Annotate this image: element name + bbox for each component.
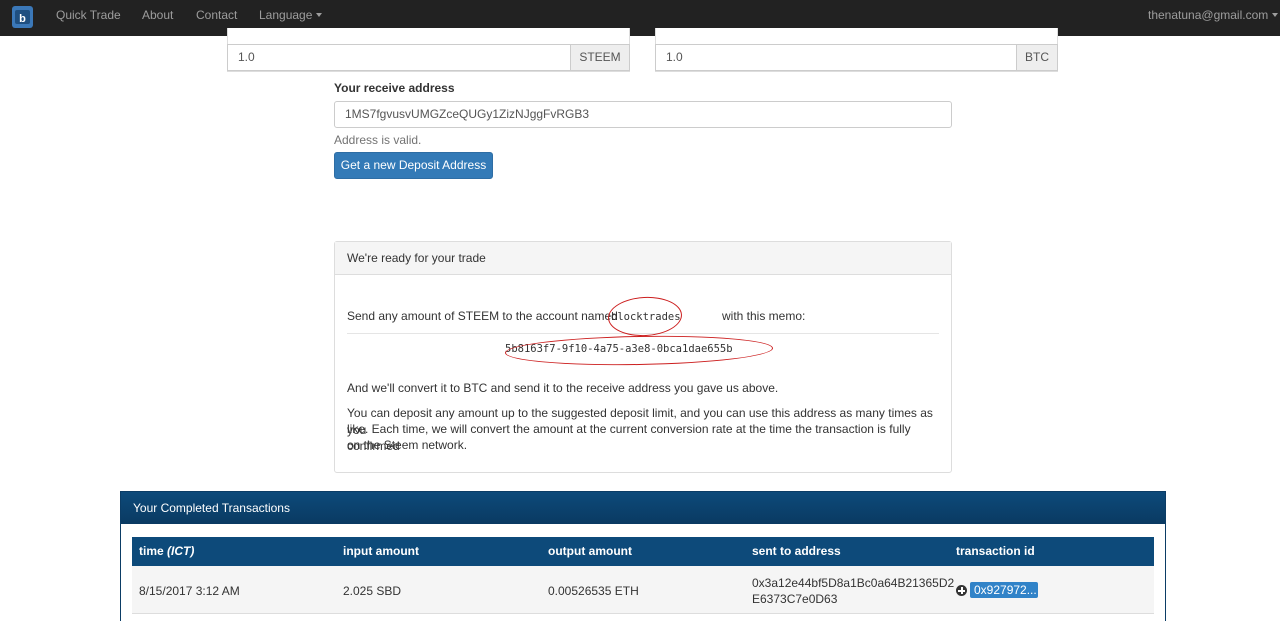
column-sent-to-address[interactable]: sent to address: [752, 537, 841, 566]
user-email: thenatuna@gmail.com: [1148, 8, 1269, 22]
output-amount-field[interactable]: 1.0: [655, 44, 1017, 71]
get-new-deposit-address-button[interactable]: Get a new Deposit Address: [334, 152, 493, 179]
language-label: Language: [259, 8, 313, 22]
receive-address-input[interactable]: 1MS7fgvusvUMGZceQUGy1ZizNJggFvRGB3: [334, 101, 952, 128]
deposit-limit-line-3: on the Steem network.: [347, 438, 468, 452]
nav-quick-trade[interactable]: Quick Trade: [56, 0, 121, 36]
row-address-line-1: 0x3a12e44bf5D8a1Bc0a64B21365D2: [752, 576, 955, 590]
input-currency-addon: STEEM: [570, 44, 630, 71]
svg-text:b: b: [19, 13, 26, 25]
column-time-label: time: [139, 544, 168, 558]
caret-down-icon: [1272, 12, 1279, 17]
ready-panel-heading: We're ready for your trade: [335, 242, 951, 275]
column-output-amount[interactable]: output amount: [548, 537, 632, 566]
top-navbar: b Quick Trade About Contact Language the…: [0, 0, 1280, 36]
transaction-id-link[interactable]: 0x927972...: [970, 582, 1038, 598]
column-input-amount[interactable]: input amount: [343, 537, 419, 566]
row-time: 8/15/2017 3:12 AM: [139, 584, 240, 598]
caret-down-icon: [316, 12, 323, 17]
account-annotation-circle: [607, 295, 683, 338]
memo-annotation-circle: [504, 333, 774, 368]
transactions-table-header: time (ICT) input amount output amount se…: [132, 537, 1154, 566]
send-instruction-suffix: with this memo:: [722, 309, 806, 323]
user-menu[interactable]: thenatuna@gmail.com: [1148, 0, 1279, 36]
output-currency-addon: BTC: [1016, 44, 1058, 71]
address-valid-text: Address is valid.: [334, 133, 422, 147]
ready-for-trade-panel: We're ready for your trade Send any amou…: [334, 241, 952, 473]
row-output-amount: 0.00526535 ETH: [548, 584, 639, 598]
transactions-heading: Your Completed Transactions: [121, 492, 1165, 524]
input-amount-field[interactable]: 1.0: [227, 44, 571, 71]
send-instruction-prefix: Send any amount of STEEM to the account …: [347, 309, 618, 323]
convert-explanation: And we'll convert it to BTC and send it …: [347, 381, 779, 395]
receive-address-label: Your receive address: [334, 81, 455, 95]
site-logo-icon[interactable]: b: [12, 6, 33, 28]
column-time-zone: (ICT): [167, 544, 195, 558]
nav-about[interactable]: About: [142, 0, 173, 36]
column-time[interactable]: time (ICT): [139, 537, 194, 566]
row-address-line-2: E6373C7e0D63: [752, 592, 838, 606]
row-input-amount: 2.025 SBD: [343, 584, 402, 598]
column-transaction-id[interactable]: transaction id: [956, 537, 1035, 566]
plus-circle-icon[interactable]: [956, 585, 967, 596]
